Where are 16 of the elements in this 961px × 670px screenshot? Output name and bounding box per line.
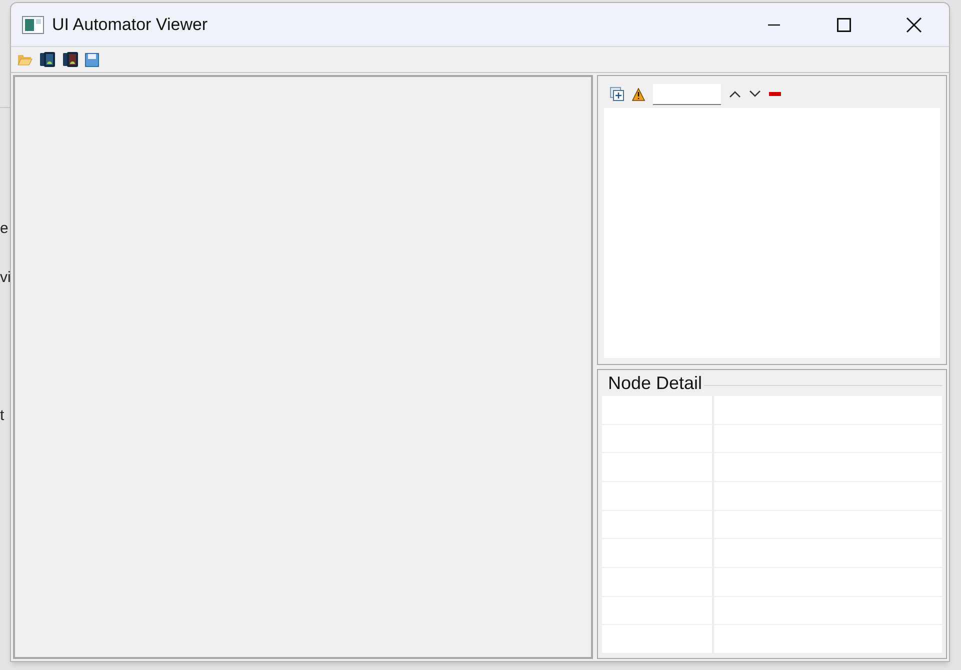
maximize-icon [837, 18, 851, 32]
background-text: e [0, 219, 10, 239]
close-icon [906, 16, 922, 32]
expand-all-icon[interactable] [610, 87, 624, 101]
warning-icon[interactable] [632, 88, 645, 100]
chevron-up-icon[interactable] [729, 90, 741, 98]
phone-robot-icon[interactable] [62, 51, 79, 68]
chevron-down-icon[interactable] [749, 90, 761, 98]
search-field[interactable] [653, 84, 721, 104]
minimize-icon [768, 24, 780, 26]
background-text: vi [0, 268, 10, 288]
app-icon [22, 16, 44, 34]
background-text: t [0, 406, 6, 426]
window-title: UI Automator Viewer [52, 14, 208, 36]
node-detail-title: Node Detail [608, 374, 702, 392]
phone-robot-icon[interactable] [39, 51, 56, 68]
